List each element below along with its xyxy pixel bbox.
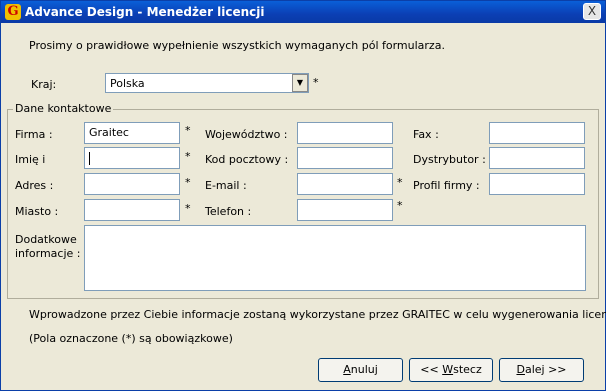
intro-text: Prosimy o prawidłowe wypełnienie wszystk… [29,39,445,52]
country-select[interactable]: Polska ▼ [105,73,309,93]
wojewodztwo-label: Województwo : [205,128,288,141]
chevron-down-icon[interactable]: ▼ [292,74,308,92]
contact-group-title: Dane kontaktowe [13,102,114,115]
app-logo-icon: G [5,4,21,20]
window-title: Advance Design - Menedżer licencji [25,5,265,19]
miasto-required-mark: * [185,202,191,215]
wojewodztwo-field[interactable] [297,122,393,144]
profil-label: Profil firmy : [413,179,480,192]
firma-field[interactable]: Graitec [84,122,180,144]
close-button[interactable]: X [583,3,601,20]
email-required-mark: * [397,176,403,189]
title-bar: G Advance Design - Menedżer licencji X [1,1,605,23]
fax-label: Fax : [413,128,439,141]
firma-required-mark: * [185,124,191,137]
country-label: Kraj: [31,78,57,91]
dystrybutor-label: Dystrybutor : [413,153,486,166]
back-button[interactable]: << Wstecz [409,358,493,382]
miasto-field[interactable] [84,199,180,221]
required-note: (Pola oznaczone (*) są obowiązkowe) [29,332,233,345]
kod-label: Kod pocztowy : [205,153,289,166]
telefon-label: Telefon : [205,205,252,218]
profil-field[interactable] [489,173,585,195]
adres-field[interactable] [84,173,180,195]
cancel-button[interactable]: Anuluj [318,358,403,382]
dodatkowe-textarea[interactable] [84,225,586,291]
dodatkowe-label-line2: informacje : [15,247,81,260]
adres-required-mark: * [185,176,191,189]
country-value: Polska [110,77,145,90]
imie-label: Imię i [15,153,46,166]
dodatkowe-label-line1: Dodatkowe [15,233,77,246]
imie-field[interactable] [84,147,180,169]
dystrybutor-field[interactable] [489,147,585,169]
info-note: Wprowadzone przez Ciebie informacje zost… [29,308,606,321]
next-button[interactable]: Dalej >> [499,358,584,382]
telefon-required-mark: * [397,199,403,212]
country-required-mark: * [313,76,319,89]
imie-required-mark: * [185,150,191,163]
firma-label: Firma : [15,128,53,141]
fax-field[interactable] [489,122,585,144]
miasto-label: Miasto : [15,205,59,218]
email-field[interactable] [297,173,393,195]
kod-field[interactable] [297,147,393,169]
email-label: E-mail : [205,179,247,192]
license-manager-window: G Advance Design - Menedżer licencji X P… [0,0,606,391]
text-caret [89,151,90,165]
adres-label: Adres : [15,179,54,192]
telefon-field[interactable] [297,199,393,221]
